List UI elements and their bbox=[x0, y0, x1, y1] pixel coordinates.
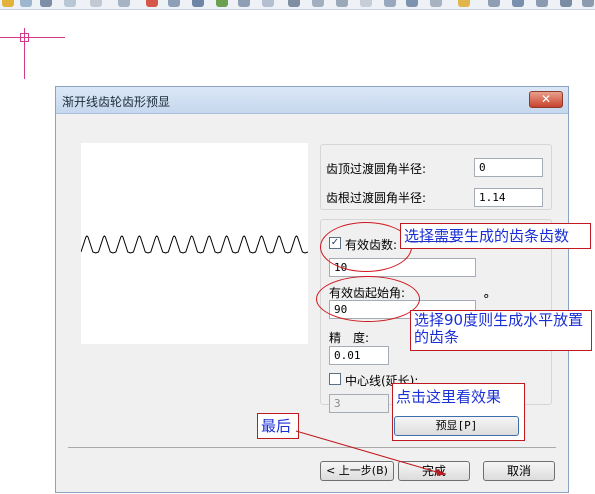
annotation-arrow-layer bbox=[295, 430, 446, 476]
annotation-arrow-head bbox=[436, 469, 446, 476]
annotation-arrow-line bbox=[295, 430, 441, 474]
